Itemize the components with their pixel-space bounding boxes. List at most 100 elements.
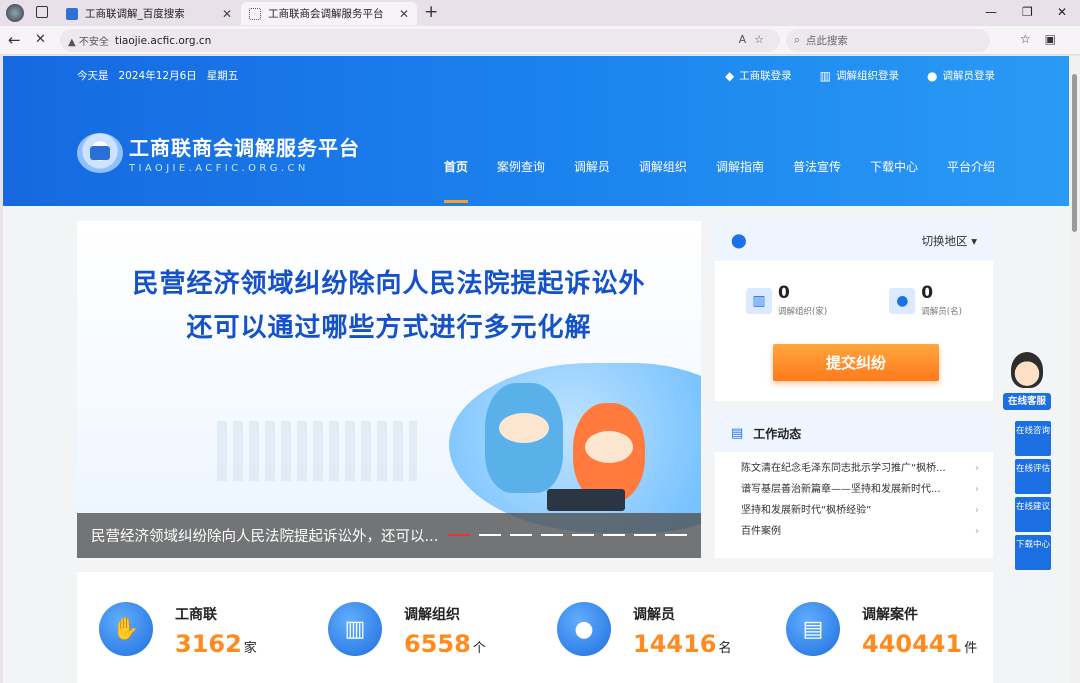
user-icon: ● — [927, 68, 938, 83]
browser-tab[interactable]: 工商联调解_百度搜索 ✕ — [58, 2, 240, 25]
tab-close-icon[interactable]: ✕ — [222, 7, 232, 21]
stat-value: 3162 — [175, 630, 242, 658]
banner-carousel[interactable]: 民营经济领域纠纷除向人民法院提起诉讼外 还可以通过哪些方式进行多元化解 民营经济… — [77, 221, 701, 558]
search-placeholder: 点此搜索 — [805, 35, 848, 47]
chevron-right-icon: › — [975, 484, 979, 495]
mediator-count-label: 调解员(名) — [921, 307, 962, 317]
nav-downloads[interactable]: 下载中心 — [870, 158, 918, 203]
download-center-button[interactable]: 下载中心 — [1015, 535, 1051, 570]
news-item[interactable]: 坚持和发展新时代“枫桥经验”› — [741, 500, 979, 521]
web-page: 今天是 2024年12月6日 星期五 ◆ 工商联登录 ▥ 调解组织登录 ● 调解员登录 工… — [3, 56, 1069, 683]
mediator-count-stat: ● 0 调解员(名) — [889, 285, 962, 317]
baidu-favicon-icon — [66, 7, 78, 20]
carousel-dot[interactable] — [510, 534, 532, 536]
online-suggest-button[interactable]: 在线建议 — [1015, 497, 1051, 532]
stat-value: 14416 — [633, 630, 717, 658]
maximize-button[interactable]: ❐ — [1022, 5, 1033, 19]
stat-unit: 名 — [718, 641, 732, 656]
read-aloud-favorite-icons[interactable]: A☆ — [739, 33, 772, 46]
nav-case-search[interactable]: 案例查询 — [497, 158, 545, 203]
site-logo[interactable]: 工商联商会调解服务平台 TIAOJIE.ACFIC.ORG.CN — [77, 132, 360, 174]
city-skyline-illustration — [217, 421, 417, 481]
browser-extensions-icons[interactable]: ☆▣ — [1020, 32, 1070, 46]
online-consult-button[interactable]: 在线咨询 — [1015, 421, 1051, 456]
user-icon: ● — [889, 288, 916, 314]
diamond-icon: ◆ — [724, 68, 735, 83]
tab-title: 工商联调解_百度搜索 — [85, 8, 185, 20]
close-window-button[interactable]: ✕ — [1057, 5, 1067, 19]
carousel-dot[interactable] — [448, 534, 470, 536]
laptop-illustration — [547, 489, 625, 511]
chevron-right-icon: › — [975, 505, 979, 516]
login-links: ◆ 工商联登录 ▥ 调解组织登录 ● 调解员登录 — [725, 68, 995, 83]
stat-value: 6558 — [404, 630, 471, 658]
logo-subtitle: TIAOJIE.ACFIC.ORG.CN — [129, 163, 309, 174]
news-header: ▤ 工作动态 — [715, 414, 993, 452]
search-icon: ⌕ — [794, 34, 800, 46]
browser-search-input[interactable]: ⌕ 点此搜索 — [786, 29, 990, 52]
scrollbar-thumb[interactable] — [1072, 74, 1077, 232]
carousel-dot[interactable] — [479, 534, 501, 536]
stat-cases[interactable]: ▤ 调解案件 440441 件 — [764, 572, 993, 683]
nav-mediators[interactable]: 调解员 — [574, 158, 610, 203]
reload-stop-button[interactable]: ✕ — [35, 32, 46, 47]
browser-profile-icon[interactable] — [6, 4, 24, 22]
date-display: 今天是 2024年12月6日 星期五 — [77, 70, 239, 82]
customer-service-avatar-icon — [1011, 352, 1043, 388]
online-assess-button[interactable]: 在线评估 — [1015, 459, 1051, 494]
tab-close-icon[interactable]: ✕ — [399, 7, 409, 21]
back-button[interactable]: ← — [8, 31, 21, 49]
region-switch[interactable]: ⬤ 切换地区 ▾ — [715, 221, 993, 261]
stat-title: 工商联 — [175, 607, 217, 623]
building-icon: ▥ — [746, 288, 773, 314]
browser-toolbar: ← ✕ ▲ 不安全 tiaojie.acfic.org.cn A☆ ⌕ 点此搜索… — [0, 26, 1080, 55]
nav-organizations[interactable]: 调解组织 — [639, 158, 687, 203]
switch-region-label[interactable]: 切换地区 ▾ — [922, 233, 977, 249]
news-list: 陈文清在纪念毛泽东同志批示学习推广“枫桥...› 谱写基层善治新篇章——坚持和发… — [715, 452, 993, 542]
carousel-dot[interactable] — [634, 534, 656, 536]
news-item[interactable]: 陈文清在纪念毛泽东同志批示学习推广“枫桥...› — [741, 458, 979, 479]
organization-login-link[interactable]: ▥ 调解组织登录 — [820, 68, 899, 83]
page-scrollbar[interactable] — [1069, 56, 1080, 683]
banner-caption-text: 民营经济领域纠纷除向人民法院提起诉讼外，还可以... — [91, 529, 439, 545]
platform-stats: ✋ 工商联 3162 家 ▥ 调解组织 6558 个 ● 调解员 14416 名 ▤ … — [77, 572, 993, 683]
url-text[interactable]: tiaojie.acfic.org.cn — [115, 35, 211, 47]
tab-actions-icon[interactable] — [36, 6, 48, 18]
orange-mascot-illustration — [573, 403, 645, 503]
carousel-dot[interactable] — [572, 534, 594, 536]
carousel-dot[interactable] — [603, 534, 625, 536]
minimize-button[interactable]: — — [985, 5, 997, 19]
stat-mediators[interactable]: ● 调解员 14416 名 — [535, 572, 764, 683]
news-item[interactable]: 谱写基层善治新篇章——坚持和发展新时代...› — [741, 479, 979, 500]
chevron-right-icon: › — [975, 463, 979, 474]
new-tab-button[interactable]: + — [424, 2, 438, 22]
browser-tab-active[interactable]: 工商联商会调解服务平台 ✕ — [241, 2, 417, 25]
mediator-count-value: 0 — [921, 283, 934, 303]
tab-title: 工商联商会调解服务平台 — [268, 8, 384, 20]
org-count-stat: ▥ 0 调解组织(家) — [746, 285, 827, 317]
carousel-dot[interactable] — [665, 534, 687, 536]
security-warning-label[interactable]: ▲ 不安全 — [68, 33, 109, 48]
blue-mascot-illustration — [485, 383, 563, 493]
nav-legal-publicity[interactable]: 普法宣传 — [793, 158, 841, 203]
submit-dispute-button[interactable]: 提交纠纷 — [773, 344, 939, 381]
news-item[interactable]: 百件案例› — [741, 521, 979, 542]
news-title: 工作动态 — [753, 426, 802, 441]
nav-home[interactable]: 首页 — [443, 158, 468, 203]
org-count-value: 0 — [778, 283, 790, 303]
nav-guide[interactable]: 调解指南 — [716, 158, 764, 203]
carousel-dot[interactable] — [541, 534, 563, 536]
building-icon: ▥ — [819, 68, 832, 83]
nav-about[interactable]: 平台介绍 — [947, 158, 995, 203]
mediator-login-link[interactable]: ● 调解员登录 — [927, 68, 995, 83]
stat-organizations[interactable]: ▥ 调解组织 6558 个 — [306, 572, 535, 683]
federation-login-link[interactable]: ◆ 工商联登录 — [725, 68, 792, 83]
document-icon: ▤ — [731, 425, 744, 441]
address-bar[interactable]: ▲ 不安全 tiaojie.acfic.org.cn A☆ — [60, 29, 780, 52]
org-count-label: 调解组织(家) — [778, 307, 828, 317]
banner-headline-2: 还可以通过哪些方式进行多元化解 — [186, 313, 592, 343]
online-service-widget[interactable]: 在线客服 — [1003, 352, 1051, 410]
chevron-right-icon: › — [975, 526, 979, 537]
banner-caption[interactable]: 民营经济领域纠纷除向人民法院提起诉讼外，还可以... — [77, 513, 701, 558]
stat-federation[interactable]: ✋ 工商联 3162 家 — [77, 572, 306, 683]
